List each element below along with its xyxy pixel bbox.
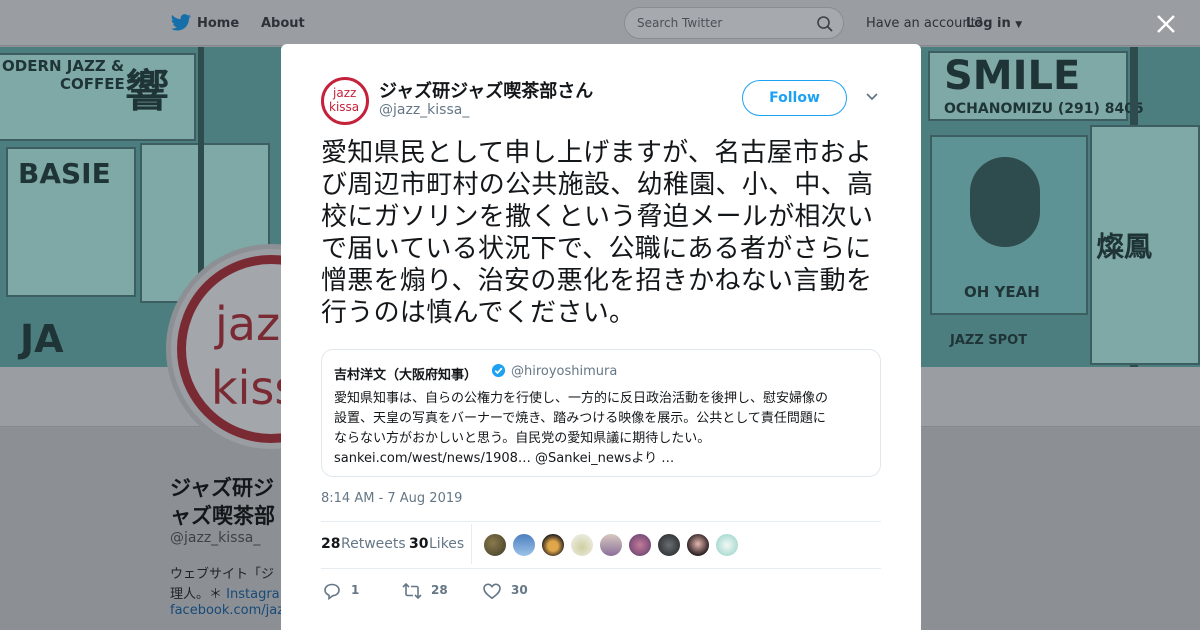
tweet-modal: jazz kissa ジャズ研ジャズ喫茶部さん @jazz_kissa_ Fol… [281,44,921,630]
banner-face [970,157,1040,247]
tweet-author-name[interactable]: ジャズ研ジャズ喫茶部さん [379,77,593,103]
verified-badge-icon [491,363,506,378]
banner-text: 響 [125,66,169,117]
search-icon[interactable] [816,15,834,33]
divider [321,521,881,522]
chevron-down-icon[interactable]: ▼ [1015,20,1022,30]
likes-label[interactable]: Likes [429,536,464,552]
liker-avatar[interactable] [512,533,536,557]
twitter-logo-icon[interactable] [170,14,192,32]
likes-count[interactable]: 30 [409,536,428,552]
liker-avatar[interactable] [715,533,739,557]
quoted-text-line: 設置、天皇の写真をバーナーで焼き、踏みつける映像を展示。公共として責任問題に [334,411,826,426]
instagram-link[interactable]: Instagra [226,587,279,602]
liker-avatar[interactable] [686,533,710,557]
avatar-text: jazz [333,86,357,100]
quoted-tweet[interactable]: 吉村洋文（大阪府知事） @hiroyoshimura 愛知県知事は、自らの公権力… [321,349,881,477]
quoted-text-line: sankei.com/west/news/1908… @Sankei_newsよ… [334,451,675,466]
tweet-text: 愛知県民として申し上げますが、名古屋市および周辺市町村の公共施設、幼稚園、小、中… [321,138,874,328]
retweet-count: 28 [431,583,448,597]
liker-avatar[interactable] [541,533,565,557]
login-link[interactable]: Log in ▼ [966,16,1022,31]
tweet-author-handle[interactable]: @jazz_kissa_ [379,102,469,118]
nav-about-link[interactable]: About [261,16,305,31]
search-input[interactable]: Search Twitter [624,7,844,39]
liker-avatar[interactable] [628,533,652,557]
like-count: 30 [511,583,528,597]
follow-button[interactable]: Follow [742,80,847,116]
top-navigation-bar: Home About Search Twitter Have an accoun… [0,0,1200,46]
quoted-text-line: ならない方がおかしいと思う。自民党の愛知県議に期待したい。 [334,431,711,446]
liker-avatar[interactable] [483,533,507,557]
nav-home-link[interactable]: Home [197,16,239,31]
avatar-text: kissa [329,100,360,114]
tweet-author-avatar[interactable]: jazz kissa [321,77,369,125]
like-icon[interactable] [482,582,502,600]
liker-avatar[interactable] [657,533,681,557]
quoted-text-line: 愛知県知事は、自らの公権力を行使し、一方的に反日政治活動を後押し、慰安婦像の [334,391,829,406]
retweets-count[interactable]: 28 [321,536,340,552]
profile-bio-line: ウェブサイト「ジ [170,567,275,582]
profile-handle: @jazz_kissa_ [170,530,261,546]
retweet-icon[interactable] [402,582,422,600]
profile-name: ジャズ研ジャズ喫茶部さん [170,476,275,528]
banner-text: ODERN JAZZ & [2,57,125,75]
chevron-down-icon[interactable] [865,92,879,102]
quoted-author-handle: @hiroyoshimura [511,364,618,379]
banner-text: BASIE [18,157,111,190]
profile-bio-line: 理人。＊ Instagra [170,583,280,602]
tweet-timestamp[interactable]: 8:14 AM - 7 Aug 2019 [321,491,462,506]
reply-icon[interactable] [323,582,343,600]
reply-count: 1 [351,583,360,597]
banner-text: OCHANOMIZU (291) 8405 [944,101,1144,117]
liker-avatar[interactable] [570,533,594,557]
banner-text: JAZZ SPOT [950,333,1028,348]
liker-avatar[interactable] [599,533,623,557]
search-placeholder: Search Twitter [637,16,723,30]
banner-text: OH YEAH [964,283,1040,301]
banner-text: JA [20,317,64,361]
banner-text: 燦鳳 [1096,230,1153,263]
banner-text: COFFEE [60,75,125,93]
close-icon[interactable] [1152,10,1180,38]
bio-text: 理人。＊ [170,587,223,602]
facebook-link[interactable]: facebook.com/jazz [170,603,291,618]
login-label[interactable]: Log in [966,16,1011,31]
retweets-label[interactable]: Retweets [341,536,406,552]
quoted-author-name: 吉村洋文（大阪府知事） [334,368,478,383]
divider [471,524,472,564]
banner-text: SMILE [944,53,1081,99]
divider [321,568,881,569]
